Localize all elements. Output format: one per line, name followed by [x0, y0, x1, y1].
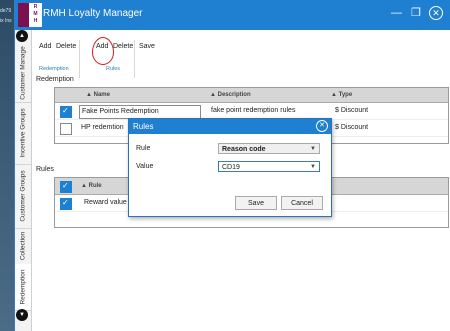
dialog-title: Rules	[133, 122, 154, 131]
row-checkbox[interactable]	[60, 198, 72, 210]
chevron-down-icon: ▼	[310, 164, 316, 170]
tab-redemption[interactable]: Redemption	[15, 264, 31, 311]
column-header-rule[interactable]: ▲ Rule	[81, 178, 102, 194]
name-cell: HP redemtion	[81, 124, 124, 131]
dialog-close-button[interactable]: ✕	[316, 120, 328, 132]
delete-redemption-button[interactable]: Delete	[56, 43, 76, 50]
tab-label: Incentive Groups	[19, 108, 27, 158]
ribbon-separator	[79, 40, 80, 78]
redemption-section-label: Redemption	[36, 76, 74, 83]
add-redemption-button[interactable]: Add	[39, 43, 51, 50]
tab-label: Customer Manage	[19, 46, 27, 100]
type-cell: $ Discount	[335, 124, 369, 131]
save-button[interactable]: Save	[139, 43, 155, 50]
scroll-up-icon[interactable]: ▲	[16, 30, 28, 42]
scroll-down-icon[interactable]: ▼	[16, 309, 28, 321]
rules-section-label: Rules	[36, 166, 54, 173]
logo-letter: R	[33, 4, 38, 10]
side-tab-bar: ▲ Customer Manage Incentive Groups Custo…	[15, 30, 32, 331]
close-button[interactable]: ✕	[429, 6, 443, 20]
window-title: RMH Loyalty Manager	[43, 8, 143, 19]
rules-dialog: Rules ✕ Rule Reason code ▼ Value CD19 ▼ …	[128, 118, 332, 217]
tab-customer-manage[interactable]: Customer Manage	[15, 44, 31, 103]
save-button[interactable]: Save	[235, 196, 277, 210]
column-header-name[interactable]: ▲ Name	[86, 88, 110, 102]
logo-letter: M	[33, 11, 38, 17]
value-select-value: CD19	[222, 164, 240, 171]
delete-rule-button[interactable]: Delete	[113, 43, 133, 50]
tab-incentive-groups[interactable]: Incentive Groups	[15, 102, 31, 165]
tab-customer-groups[interactable]: Customer Groups	[15, 164, 31, 229]
tab-label: Customer Groups	[19, 170, 27, 222]
select-all-checkbox[interactable]	[60, 181, 72, 193]
column-header-type[interactable]: ▲ Type	[331, 88, 352, 102]
restore-button[interactable]: ❐	[411, 6, 421, 19]
row-checkbox[interactable]	[60, 106, 72, 118]
dialog-title-bar: Rules ✕	[129, 119, 331, 134]
rule-select-value: Reason code	[222, 146, 266, 153]
tab-collection[interactable]: Collection	[15, 228, 31, 265]
ribbon-group-rules: Rules	[106, 66, 121, 72]
rule-label: Rule	[136, 145, 151, 152]
row-checkbox[interactable]	[60, 123, 72, 135]
rmh-logo: R M H	[18, 3, 42, 27]
name-cell[interactable]: Fake Points Redemption	[79, 105, 201, 119]
tab-label: Redemption	[19, 269, 27, 305]
cancel-button[interactable]: Cancel	[281, 196, 323, 210]
ribbon-group-redemption: Redemption	[39, 66, 69, 72]
description-cell: fake point redemption rules	[211, 107, 296, 114]
chevron-down-icon: ▼	[310, 146, 316, 152]
tab-label: Collection	[19, 231, 27, 261]
redemption-grid-header: ▲ Name ▲ Description ▲ Type	[55, 88, 448, 103]
ribbon: Add Delete Add Delete Save Redemption Ru…	[36, 37, 167, 80]
title-bar: R M H RMH Loyalty Manager — ❐ ✕	[15, 0, 450, 30]
type-cell: $ Discount	[335, 107, 369, 114]
minimize-button[interactable]: —	[391, 7, 402, 19]
rule-select[interactable]: Reason code ▼	[218, 143, 320, 154]
ribbon-separator	[134, 40, 135, 78]
column-header-description[interactable]: ▲ Description	[210, 88, 251, 102]
value-select[interactable]: CD19 ▼	[218, 161, 320, 172]
value-label: Value	[136, 163, 154, 170]
red-annotation-circle	[92, 37, 114, 65]
logo-letter: H	[33, 18, 38, 24]
